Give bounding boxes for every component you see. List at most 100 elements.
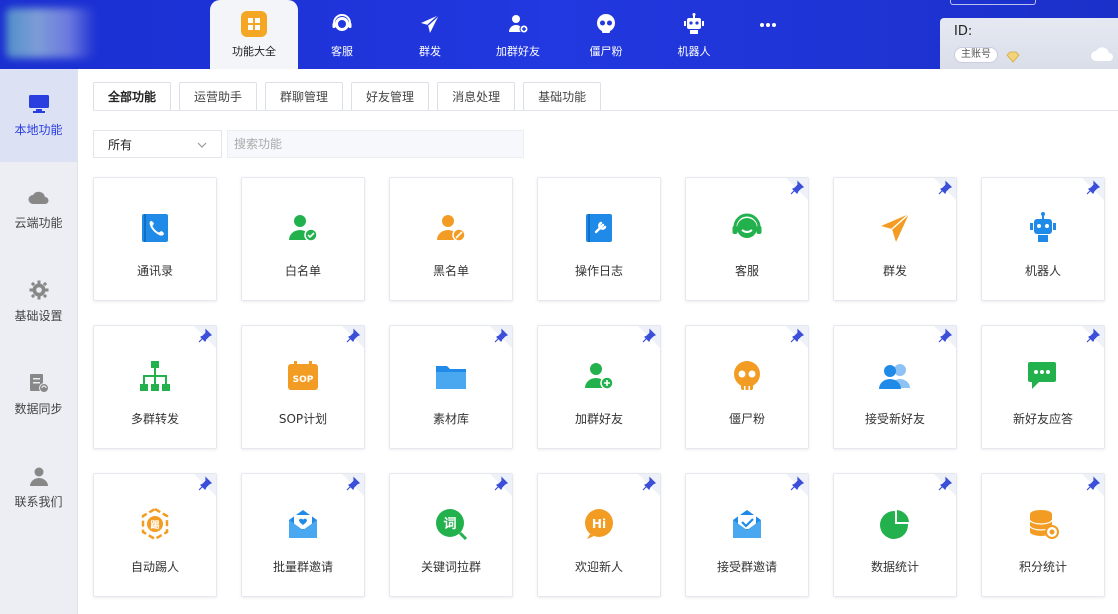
feature-card-whitelist[interactable]: 白名单 xyxy=(241,177,365,301)
more-button[interactable] xyxy=(738,0,798,69)
feature-card-multi-group-forward[interactable]: 多群转发 xyxy=(93,325,217,449)
tab-all-features[interactable]: 全部功能 xyxy=(93,82,172,111)
keyword-icon: 词 xyxy=(433,506,469,542)
sidebar-item-label: 云端功能 xyxy=(14,216,63,230)
sidebar-item-data-sync[interactable]: 数据同步 xyxy=(0,348,77,441)
window-control-frame xyxy=(950,0,1036,5)
feature-card-label: 积分统计 xyxy=(1018,560,1067,574)
feature-card-label: 群发 xyxy=(882,264,907,278)
contacts-icon xyxy=(137,210,173,246)
sop-icon: SOP xyxy=(285,358,321,394)
category-select[interactable]: 所有 xyxy=(93,130,222,158)
sidebar-item-label: 联系我们 xyxy=(14,495,63,509)
log-icon xyxy=(581,210,617,246)
pin-icon[interactable] xyxy=(1082,178,1104,200)
tab-message-processing[interactable]: 消息处理 xyxy=(437,82,516,111)
feature-card-sop-plan[interactable]: SOP SOP计划 xyxy=(241,325,365,449)
app-logo xyxy=(6,8,96,58)
feature-card-label: 素材库 xyxy=(432,412,469,426)
pin-icon[interactable] xyxy=(194,326,216,348)
add-user-icon xyxy=(505,11,531,37)
pin-icon[interactable] xyxy=(490,474,512,496)
feature-card-new-friend-reply[interactable]: 新好友应答 xyxy=(981,325,1105,449)
category-select-value: 所有 xyxy=(108,137,133,152)
pin-icon[interactable] xyxy=(638,326,660,348)
feature-card-label: 欢迎新人 xyxy=(574,560,623,574)
top-tab-label: 机器人 xyxy=(677,44,711,58)
sidebar-item-basic-settings[interactable]: 基础设置 xyxy=(0,255,77,348)
feature-card-auto-kick[interactable]: 踢 自动踢人 xyxy=(93,473,217,597)
pin-icon[interactable] xyxy=(934,326,956,348)
feature-card-label: 黑名单 xyxy=(432,264,469,278)
pin-icon[interactable] xyxy=(786,474,808,496)
feature-card-welcome-newcomers[interactable]: Hi 欢迎新人 xyxy=(537,473,661,597)
top-tab-broadcast[interactable]: 群发 xyxy=(386,0,474,69)
more-icon xyxy=(755,12,781,38)
pin-icon[interactable] xyxy=(342,474,364,496)
top-tab-zombie-fans[interactable]: 僵尸粉 xyxy=(562,0,650,69)
sidebar-item-cloud-features[interactable]: 云端功能 xyxy=(0,162,77,255)
feature-card-add-group-friends[interactable]: 加群好友 xyxy=(537,325,661,449)
sidebar: 本地功能 云端功能 基础设置 数据同步 联系我们 xyxy=(0,69,78,614)
top-tab-all-features[interactable]: 功能大全 xyxy=(210,0,298,69)
robot-icon xyxy=(1025,210,1061,246)
search-input[interactable] xyxy=(227,130,524,158)
skull-icon xyxy=(593,11,619,37)
pin-icon[interactable] xyxy=(490,326,512,348)
feature-card-label: 关键词拉群 xyxy=(420,560,481,574)
robot-icon xyxy=(681,11,707,37)
top-bar: 功能大全 客服 群发 加群好友 僵尸粉 机器人 ID: 主账号 xyxy=(0,0,1118,69)
pin-icon[interactable] xyxy=(1082,474,1104,496)
sidebar-item-label: 基础设置 xyxy=(14,309,63,323)
feature-card-customer-service[interactable]: 客服 xyxy=(685,177,809,301)
sidebar-item-local-features[interactable]: 本地功能 xyxy=(0,69,77,162)
feature-card-blacklist[interactable]: 黑名单 xyxy=(389,177,513,301)
add-user-icon xyxy=(581,358,617,394)
feature-card-operation-log[interactable]: 操作日志 xyxy=(537,177,661,301)
feature-card-broadcast[interactable]: 群发 xyxy=(833,177,957,301)
feature-card-batch-group-invite[interactable]: 批量群邀请 xyxy=(241,473,365,597)
tab-operations-assistant[interactable]: 运营助手 xyxy=(179,82,258,111)
feature-card-material-library[interactable]: 素材库 xyxy=(389,325,513,449)
top-tab-add-group-friends[interactable]: 加群好友 xyxy=(474,0,562,69)
feature-card-zombie-fans[interactable]: 僵尸粉 xyxy=(685,325,809,449)
top-nav: 功能大全 客服 群发 加群好友 僵尸粉 机器人 xyxy=(210,0,798,69)
feature-card-contacts[interactable]: 通讯录 xyxy=(93,177,217,301)
pin-icon[interactable] xyxy=(638,474,660,496)
tab-group-management[interactable]: 群聊管理 xyxy=(265,82,344,111)
feature-card-label: SOP计划 xyxy=(278,412,328,426)
whitelist-icon xyxy=(285,210,321,246)
tab-friend-management[interactable]: 好友管理 xyxy=(351,82,430,111)
feature-card-label: 自动踢人 xyxy=(130,560,179,574)
svg-text:Hi: Hi xyxy=(592,517,606,531)
feature-card-data-statistics[interactable]: 数据统计 xyxy=(833,473,957,597)
send-icon xyxy=(417,11,443,37)
pin-icon[interactable] xyxy=(786,326,808,348)
mail-heart-icon xyxy=(285,506,321,542)
feature-card-points-statistics[interactable]: 积分统计 xyxy=(981,473,1105,597)
feature-card-accept-group-invite[interactable]: 接受群邀请 xyxy=(685,473,809,597)
chat-icon xyxy=(1025,358,1061,394)
pin-icon[interactable] xyxy=(934,178,956,200)
top-tab-customer-service[interactable]: 客服 xyxy=(298,0,386,69)
feature-card-label: 操作日志 xyxy=(574,264,623,278)
top-tab-robot[interactable]: 机器人 xyxy=(650,0,738,69)
feature-card-label: 客服 xyxy=(734,264,759,278)
pin-icon[interactable] xyxy=(1082,326,1104,348)
mail-check-icon xyxy=(729,506,765,542)
feature-card-robot[interactable]: 机器人 xyxy=(981,177,1105,301)
sidebar-item-contact-us[interactable]: 联系我们 xyxy=(0,441,77,534)
tab-basic-features[interactable]: 基础功能 xyxy=(523,82,602,111)
monitor-icon xyxy=(28,93,50,115)
pin-icon[interactable] xyxy=(934,474,956,496)
feature-card-accept-new-friends[interactable]: 接受新好友 xyxy=(833,325,957,449)
headset-icon xyxy=(729,210,765,246)
feature-card-keyword-pull-group[interactable]: 词 关键词拉群 xyxy=(389,473,513,597)
pin-icon[interactable] xyxy=(786,178,808,200)
hi-icon: Hi xyxy=(581,506,617,542)
main-panel: 全部功能 运营助手 群聊管理 好友管理 消息处理 基础功能 所有 通讯录 白名单 xyxy=(78,69,1118,614)
feature-card-label: 接受群邀请 xyxy=(716,560,777,574)
pin-icon[interactable] xyxy=(194,474,216,496)
pin-icon[interactable] xyxy=(342,326,364,348)
user-card[interactable]: ID: 主账号 xyxy=(940,18,1118,69)
